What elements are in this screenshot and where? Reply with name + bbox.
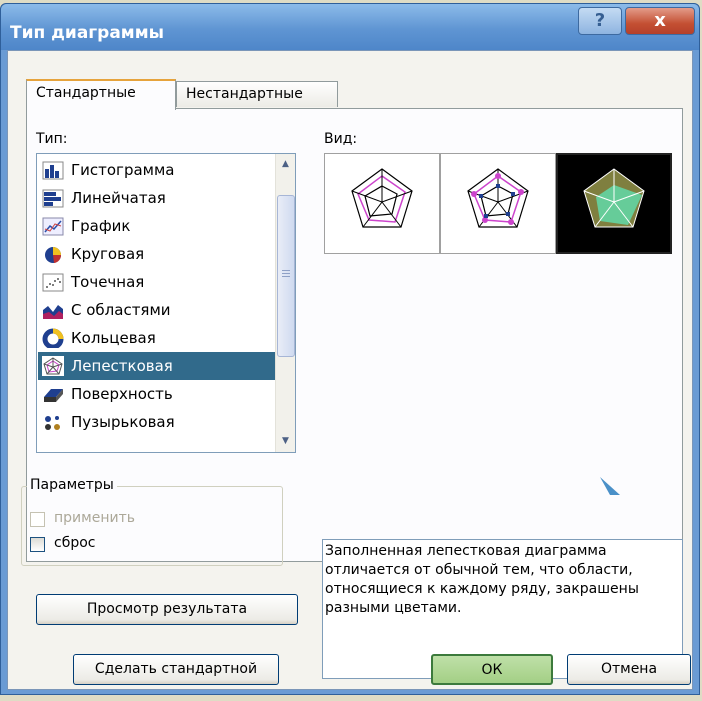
- list-item-bar[interactable]: Линейчатая: [38, 184, 275, 212]
- bubble-chart-icon: [45, 416, 60, 430]
- list-item-surface[interactable]: Поверхность: [38, 380, 275, 408]
- subtype-radar[interactable]: [324, 153, 440, 254]
- tab-custom[interactable]: Нестандартные: [176, 81, 338, 107]
- filled-radar-subtype-icon: [583, 168, 645, 228]
- pie-chart-icon: [45, 247, 62, 263]
- view-label: Вид:: [324, 131, 358, 147]
- column-chart-icon: [42, 161, 64, 180]
- options-group: Параметры применить сброс: [21, 477, 283, 566]
- list-item-label: Гистограмма: [71, 161, 175, 179]
- title-bar[interactable]: Тип диаграммы ? x: [1, 4, 699, 50]
- scatter-chart-icon: [42, 273, 64, 292]
- list-item-doughnut[interactable]: Кольцевая: [38, 324, 275, 352]
- set-default-button[interactable]: Сделать стандартной: [73, 654, 279, 685]
- scroll-down-icon[interactable]: ▼: [277, 433, 294, 450]
- list-item-label: С областями: [71, 301, 171, 319]
- surface-chart-icon: [44, 389, 63, 402]
- doughnut-chart-icon: [42, 328, 64, 348]
- list-item-label: Пузырьковая: [71, 413, 175, 431]
- tab-standard[interactable]: Стандартные: [26, 79, 176, 110]
- reset-label: сброс: [54, 535, 96, 551]
- list-scrollbar[interactable]: ▲ ▼: [275, 154, 295, 452]
- reset-checkbox[interactable]: [30, 537, 45, 552]
- chart-type-list[interactable]: Гистограмма Линейчатая График Круговая Т…: [36, 153, 296, 453]
- list-item-label: Поверхность: [71, 385, 173, 403]
- type-label: Тип:: [36, 131, 68, 147]
- list-item-scatter[interactable]: Точечная: [38, 268, 275, 296]
- list-item-label: Круговая: [71, 245, 145, 263]
- chart-type-dialog: Тип диаграммы ? x Стандартные Нестандарт…: [0, 3, 700, 695]
- list-item-column[interactable]: Гистограмма: [38, 156, 275, 184]
- radar-chart-icon: [42, 356, 64, 376]
- help-button[interactable]: ?: [578, 7, 622, 35]
- list-item-label: Кольцевая: [71, 329, 156, 347]
- list-item-bubble[interactable]: Пузырьковая: [38, 408, 275, 436]
- scroll-up-icon[interactable]: ▲: [277, 156, 294, 173]
- list-item-line[interactable]: График: [38, 212, 275, 240]
- radar-subtype-icon: [351, 168, 413, 228]
- bar-chart-icon: [42, 189, 64, 208]
- options-title: Параметры: [27, 477, 117, 493]
- list-item-label: Линейчатая: [71, 189, 166, 207]
- apply-label: применить: [54, 510, 135, 526]
- list-item-label: График: [71, 217, 131, 235]
- ok-button[interactable]: ОК: [431, 654, 553, 685]
- cancel-button[interactable]: Отмена: [567, 654, 691, 685]
- dialog-body: Стандартные Нестандартные Тип: Вид: Гист…: [7, 50, 693, 690]
- list-item-label: Лепестковая: [71, 357, 173, 375]
- list-item-pie[interactable]: Круговая: [38, 240, 275, 268]
- line-chart-icon: [42, 217, 64, 236]
- subtype-filled-radar[interactable]: [556, 153, 672, 254]
- area-chart-icon: [43, 305, 63, 319]
- list-item-label: Точечная: [71, 273, 145, 291]
- list-item-radar[interactable]: Лепестковая: [38, 352, 275, 380]
- radar-markers-subtype-icon: [467, 168, 529, 228]
- list-item-area[interactable]: С областями: [38, 296, 275, 324]
- apply-checkbox[interactable]: [30, 512, 45, 527]
- scroll-thumb[interactable]: [277, 195, 295, 357]
- dialog-title: Тип диаграммы: [10, 23, 164, 43]
- mouse-cursor-icon: [600, 477, 620, 495]
- close-button[interactable]: x: [625, 7, 695, 35]
- preview-button[interactable]: Просмотр результата: [36, 594, 298, 625]
- subtype-radar-markers[interactable]: [440, 153, 556, 254]
